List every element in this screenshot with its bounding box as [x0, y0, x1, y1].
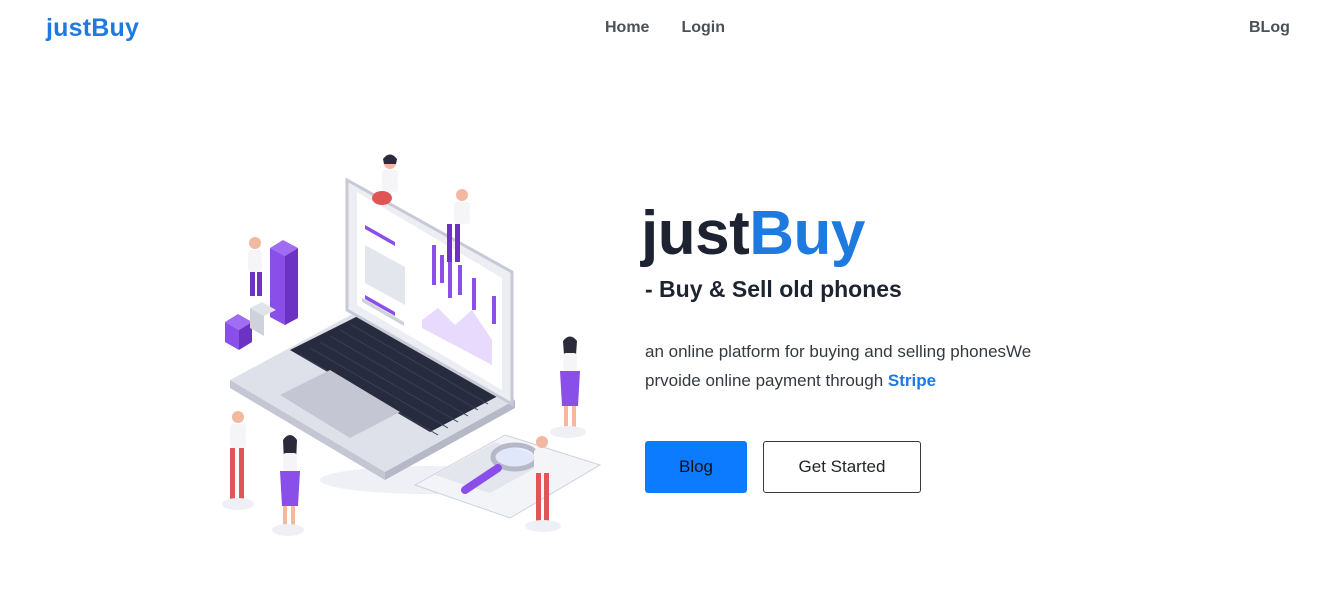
stripe-highlight: Stripe — [887, 371, 937, 390]
nav-links: Home Login — [605, 19, 725, 37]
blog-button[interactable]: Blog — [645, 441, 747, 493]
hero-subtitle: - Buy & Sell old phones — [645, 276, 902, 302]
hero-description-text: an online platform for buying and sellin… — [645, 342, 1032, 390]
nav-link-blog[interactable]: BLog — [1249, 19, 1290, 37]
hero-title-buy: Buy — [749, 199, 865, 268]
laptop-analytics-illustration — [210, 150, 610, 550]
top-navbar: justBuy Home Login BLog — [0, 0, 1336, 60]
hero-description: an online platform for buying and sellin… — [645, 337, 1075, 395]
nav-link-login[interactable]: Login — [681, 19, 725, 37]
get-started-button[interactable]: Get Started — [763, 441, 921, 493]
hero-title-just: just — [641, 199, 750, 268]
brand-logo-link[interactable]: justBuy — [46, 14, 139, 43]
nav-link-home[interactable]: Home — [605, 19, 649, 37]
hero-title: justBuy — [641, 203, 865, 265]
